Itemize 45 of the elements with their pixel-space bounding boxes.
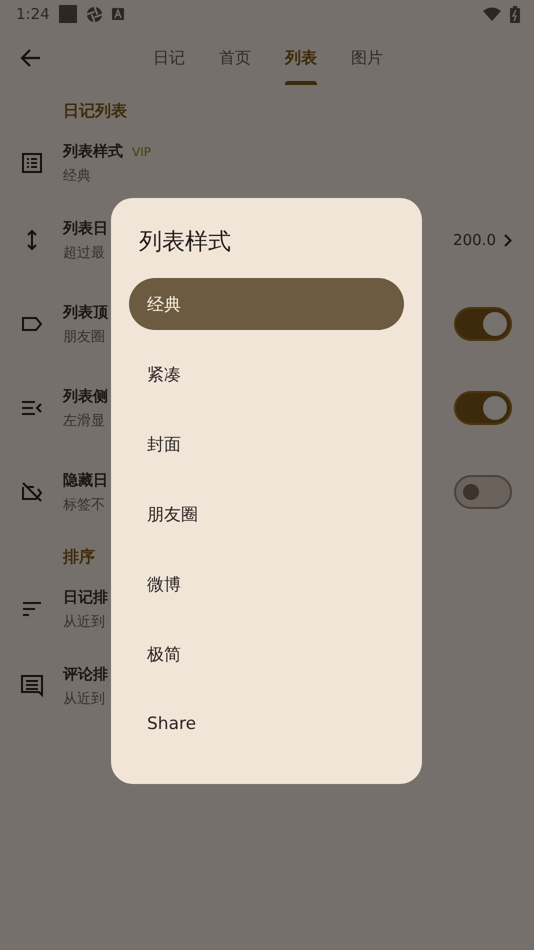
tab-indicator <box>285 81 317 85</box>
setting-title: 日记排 <box>63 588 108 606</box>
style-option[interactable]: Share <box>129 698 404 750</box>
style-option[interactable]: 朋友圈 <box>129 488 404 540</box>
comment-icon <box>20 674 44 698</box>
setting-subtitle: 从近到 <box>63 612 106 630</box>
vip-label: VIP <box>132 144 151 158</box>
setting-title: 评论排 <box>63 664 108 684</box>
toggle-switch[interactable] <box>454 391 512 425</box>
battery-icon <box>510 6 520 22</box>
setting-subtitle: 朋友圈 <box>63 328 106 346</box>
toggle-switch[interactable] <box>454 307 512 341</box>
tag-off-icon <box>20 481 42 503</box>
clock: 1:24 <box>16 5 50 23</box>
setting-title: 隐藏日 <box>63 470 108 490</box>
style-option[interactable]: 紧凑 <box>129 348 404 400</box>
dialog-title: 列表样式 <box>139 228 232 256</box>
setting-title: 列表日 <box>63 218 108 238</box>
setting-title: 列表样式 <box>63 142 123 160</box>
setting-subtitle: 标签不 <box>63 496 106 514</box>
vertical-arrows-icon <box>24 228 38 252</box>
chevron-right-icon <box>504 234 512 246</box>
section-header: 排序 <box>62 546 96 568</box>
square-icon <box>58 5 77 23</box>
style-option[interactable]: 经典 <box>129 278 404 330</box>
aperture-icon <box>86 6 103 22</box>
setting-title: 列表侧 <box>63 386 108 406</box>
setting-subtitle: 超过最 <box>63 244 106 262</box>
setting-subtitle: 从近到 <box>63 690 106 708</box>
setting-value: 200.0 <box>453 231 496 249</box>
a-icon <box>112 8 124 20</box>
setting-subtitle: 左滑显 <box>63 412 106 430</box>
tag-icon <box>20 316 42 332</box>
setting-title: 列表顶 <box>63 302 108 322</box>
back-icon[interactable] <box>20 47 42 69</box>
wifi-icon <box>483 7 501 21</box>
setting-subtitle: 经典 <box>63 166 92 184</box>
swipe-menu-icon <box>20 400 42 416</box>
style-option[interactable]: 封面 <box>129 418 404 470</box>
style-option[interactable]: 极简 <box>129 628 404 680</box>
section-header: 日记列表 <box>62 100 128 122</box>
sort-icon <box>20 601 42 617</box>
list-icon <box>20 152 42 174</box>
toggle-switch[interactable] <box>454 475 512 509</box>
style-option[interactable]: 微博 <box>129 558 404 610</box>
